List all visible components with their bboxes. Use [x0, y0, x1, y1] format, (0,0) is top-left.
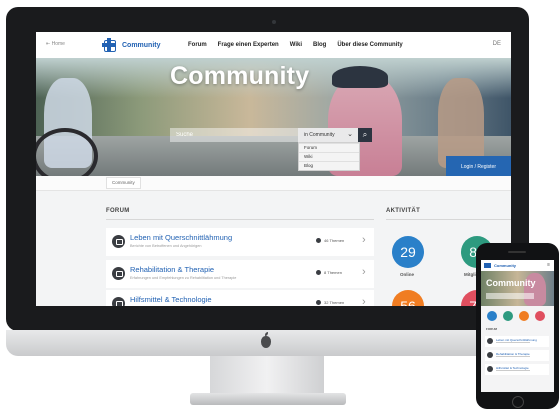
- scope-dropdown-menu: Forum Wiki Blog: [298, 142, 360, 171]
- forum-heading: FORUM: [106, 208, 130, 214]
- phone-speaker: [508, 251, 526, 253]
- search-input[interactable]: [170, 128, 298, 142]
- hero-helmet: [332, 66, 388, 88]
- phone-hero: Community: [481, 271, 554, 306]
- forum-row-count: 32 Themen: [316, 300, 344, 306]
- nav-link-blog[interactable]: Blog: [313, 42, 326, 48]
- brand-logo[interactable]: Community: [102, 38, 161, 52]
- forum-folder-icon: [487, 338, 493, 344]
- phone-section-title: FORUM: [486, 327, 497, 331]
- forum-row[interactable]: Leben mit Querschnittlähmung Berichte vo…: [106, 228, 374, 256]
- forum-row-title[interactable]: Leben mit Querschnittlähmung: [130, 233, 232, 242]
- apple-logo-icon: [261, 332, 271, 348]
- imac-frame: ⇤ Home Community Forum Frage einen Exper…: [6, 7, 529, 331]
- phone-stat-circle[interactable]: [487, 311, 497, 321]
- top-navigation: ⇤ Home Community Forum Frage einen Exper…: [36, 32, 511, 58]
- forum-row[interactable]: Rehabilitation & Therapie Erfahrungen un…: [106, 260, 374, 288]
- phone-logo-icon: [484, 263, 491, 268]
- phone-home-button[interactable]: [512, 396, 524, 408]
- phone-hero-title: Community: [486, 278, 536, 288]
- imac-screen: ⇤ Home Community Forum Frage einen Exper…: [36, 32, 511, 306]
- forum-row-desc: Berichte von Betroffenen und Angehörigen: [130, 244, 202, 248]
- back-link[interactable]: ⇤ Home: [46, 41, 65, 47]
- nav-links: Forum Frage einen Experten Wiki Blog Übe…: [188, 42, 403, 48]
- phone-list-desc: [496, 356, 530, 357]
- cross-logo-icon: [102, 38, 116, 52]
- brand-name: Community: [122, 41, 161, 49]
- phone-list-item[interactable]: Rehabilitation & Therapie: [485, 350, 549, 361]
- forum-row-title[interactable]: Rehabilitation & Therapie: [130, 265, 214, 274]
- scope-option[interactable]: Blog: [299, 161, 359, 170]
- forum-row-desc: Erfahrungen und Empfehlungen zu Rehabili…: [130, 276, 237, 280]
- language-switch[interactable]: DE: [493, 41, 501, 47]
- stat-circle-3[interactable]: 56: [392, 290, 424, 306]
- phone-nav: Community ≡: [481, 260, 554, 271]
- scope-option[interactable]: Wiki: [299, 152, 359, 161]
- nav-link-forum[interactable]: Forum: [188, 42, 207, 48]
- chevron-right-icon[interactable]: ›: [362, 234, 366, 246]
- search-button[interactable]: ⌕: [358, 128, 372, 142]
- forum-row-title[interactable]: Hilfsmittel & Technologie: [130, 295, 212, 304]
- scope-selected-value: in Community: [304, 132, 335, 138]
- forum-folder-icon: [112, 267, 125, 280]
- stat-label-online: Online: [400, 272, 415, 277]
- login-register-button[interactable]: Login / Register: [446, 156, 511, 178]
- activity-heading: AKTIVITÄT: [386, 208, 421, 214]
- phone-list-item[interactable]: Hilfsmittel & Technologie: [485, 364, 549, 375]
- search-scope-select[interactable]: in Community ⌄: [298, 128, 358, 142]
- activity-divider: [386, 219, 511, 220]
- scope-option[interactable]: Forum: [299, 143, 359, 152]
- chevron-right-icon[interactable]: ›: [362, 266, 366, 278]
- forum-folder-icon: [112, 235, 125, 248]
- forum-divider: [106, 219, 374, 220]
- hero-title: Community: [170, 62, 310, 90]
- forum-folder-icon: [487, 352, 493, 358]
- phone-search-input[interactable]: [486, 293, 534, 299]
- stat-circle-online[interactable]: 29: [392, 236, 424, 268]
- nav-link-about[interactable]: Über diese Community: [337, 42, 402, 48]
- chevron-down-icon: ⌄: [347, 131, 353, 138]
- breadcrumb[interactable]: Community: [106, 177, 141, 189]
- nav-link-experts[interactable]: Frage einen Experten: [218, 42, 279, 48]
- topics-icon: [316, 300, 321, 306]
- topics-icon: [316, 238, 321, 244]
- forum-folder-icon: [112, 297, 125, 306]
- search-icon: ⌕: [362, 130, 368, 139]
- forum-folder-icon: [487, 366, 493, 372]
- breadcrumb-bar: Community: [36, 176, 511, 191]
- forum-row-count: 46 Themen: [316, 238, 344, 244]
- phone-screen: Community ≡ Community FORUM Leben mit Qu…: [481, 260, 554, 392]
- phone-stat-circle[interactable]: [519, 311, 529, 321]
- imac-stand-foot: [190, 393, 346, 405]
- forum-row-count: 8 Themen: [316, 270, 342, 276]
- chevron-right-icon[interactable]: ›: [362, 296, 366, 306]
- phone-frame: Community ≡ Community FORUM Leben mit Qu…: [476, 243, 559, 409]
- imac-stand: [210, 356, 324, 396]
- nav-link-wiki[interactable]: Wiki: [290, 42, 302, 48]
- phone-list-desc: [496, 370, 530, 371]
- hero-person-right: [438, 78, 484, 168]
- phone-list-desc: [496, 342, 530, 343]
- forum-row[interactable]: Hilfsmittel & Technologie 32 Themen ›: [106, 290, 374, 306]
- phone-stat-circle[interactable]: [535, 311, 545, 321]
- camera-dot: [272, 20, 276, 24]
- phone-stat-circle[interactable]: [503, 311, 513, 321]
- phone-list-item[interactable]: Leben mit Querschnittlähmung: [485, 336, 549, 347]
- topics-icon: [316, 270, 321, 276]
- hamburger-menu-icon[interactable]: ≡: [547, 262, 550, 268]
- phone-brand: Community: [494, 263, 516, 268]
